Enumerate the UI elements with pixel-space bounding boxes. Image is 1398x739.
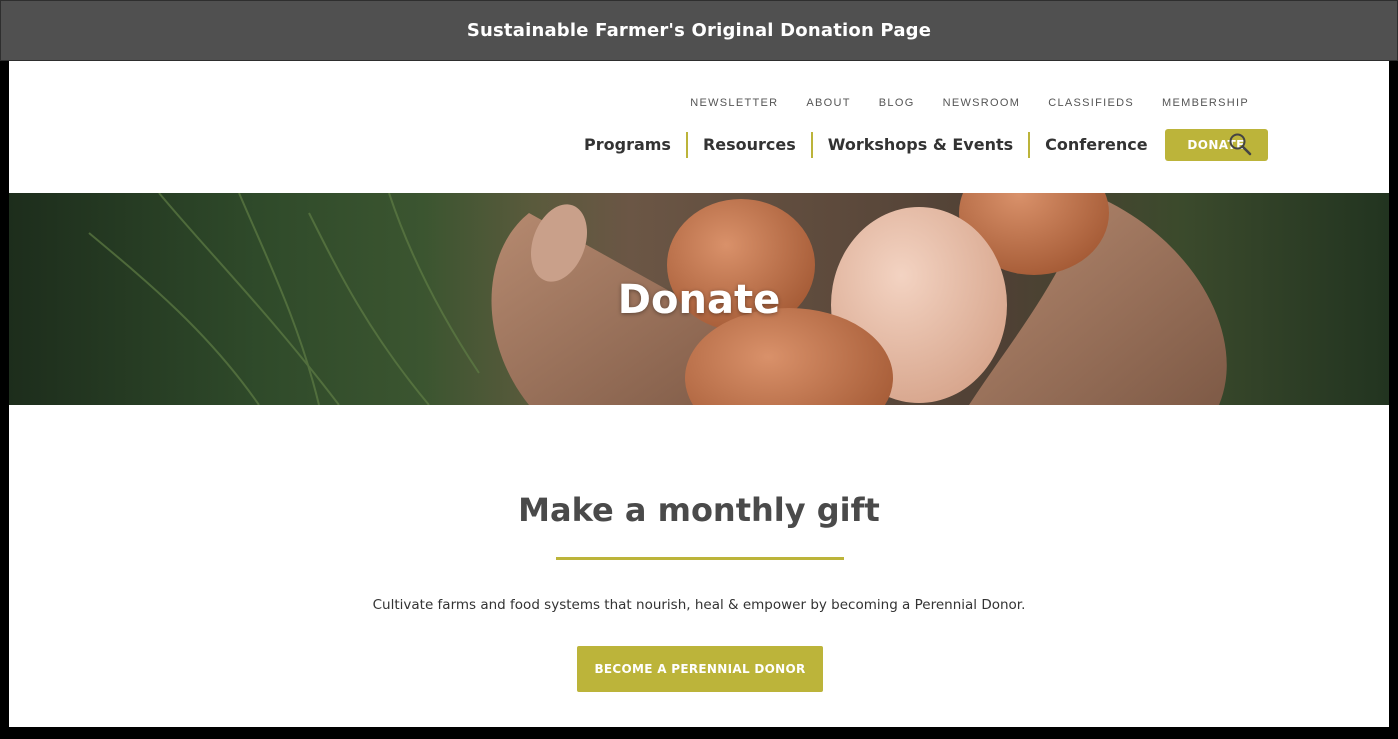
hero-banner: Donate <box>9 193 1389 405</box>
util-link-classifieds[interactable]: CLASSIFIEDS <box>1048 97 1134 109</box>
nav-item-workshops-events[interactable]: Workshops & Events <box>813 132 1028 158</box>
frame-left <box>0 61 9 739</box>
util-link-newsletter[interactable]: NEWSLETTER <box>690 97 778 109</box>
nav-item-programs[interactable]: Programs <box>569 132 686 158</box>
frame-bottom <box>0 727 1398 739</box>
util-link-blog[interactable]: BLOG <box>879 97 915 109</box>
utility-nav: NEWSLETTER ABOUT BLOG NEWSROOM CLASSIFIE… <box>662 97 1249 109</box>
page: NEWSLETTER ABOUT BLOG NEWSROOM CLASSIFIE… <box>9 61 1389 727</box>
donate-button[interactable]: DONATE <box>1164 129 1268 161</box>
util-link-membership[interactable]: MEMBERSHIP <box>1162 97 1249 109</box>
main-nav: Programs Resources Workshops & Events Co… <box>569 129 1268 161</box>
heading-underline <box>556 557 844 560</box>
nav-item-resources[interactable]: Resources <box>688 132 811 158</box>
title-bar: Sustainable Farmer's Original Donation P… <box>0 0 1398 61</box>
become-perennial-donor-button[interactable]: BECOME A PERENNIAL DONOR <box>577 646 823 692</box>
hero-title: Donate <box>617 277 781 323</box>
search-icon[interactable] <box>1228 132 1252 156</box>
util-link-about[interactable]: ABOUT <box>806 97 850 109</box>
gift-heading: Make a monthly gift <box>518 491 880 529</box>
nav-item-conference[interactable]: Conference <box>1030 132 1162 158</box>
frame-right <box>1389 61 1398 739</box>
window-title: Sustainable Farmer's Original Donation P… <box>466 20 932 41</box>
util-link-newsroom[interactable]: NEWSROOM <box>943 97 1021 109</box>
gift-description: Cultivate farms and food systems that no… <box>372 597 1026 613</box>
